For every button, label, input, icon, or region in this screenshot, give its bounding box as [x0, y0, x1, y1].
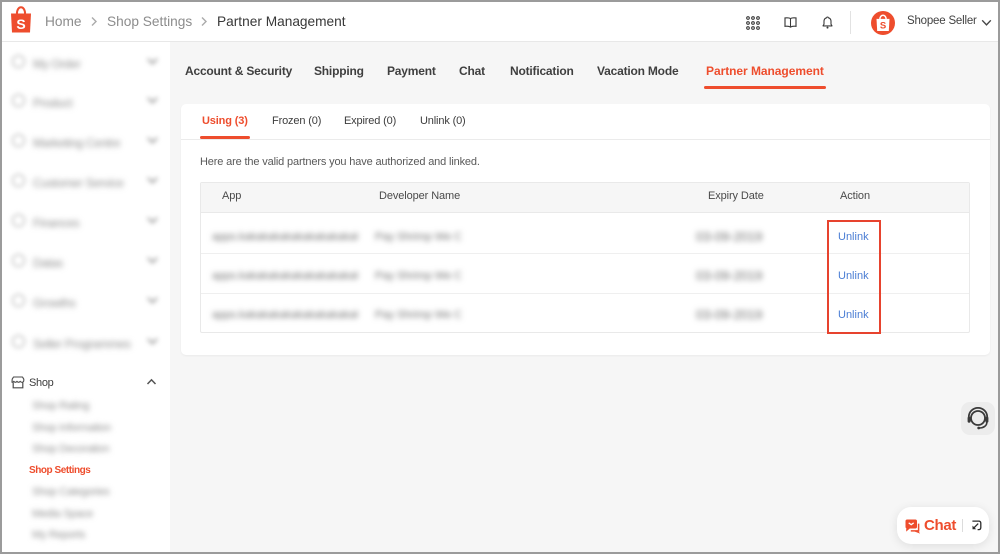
- svg-text:S: S: [880, 21, 886, 32]
- svg-text:S: S: [16, 16, 25, 32]
